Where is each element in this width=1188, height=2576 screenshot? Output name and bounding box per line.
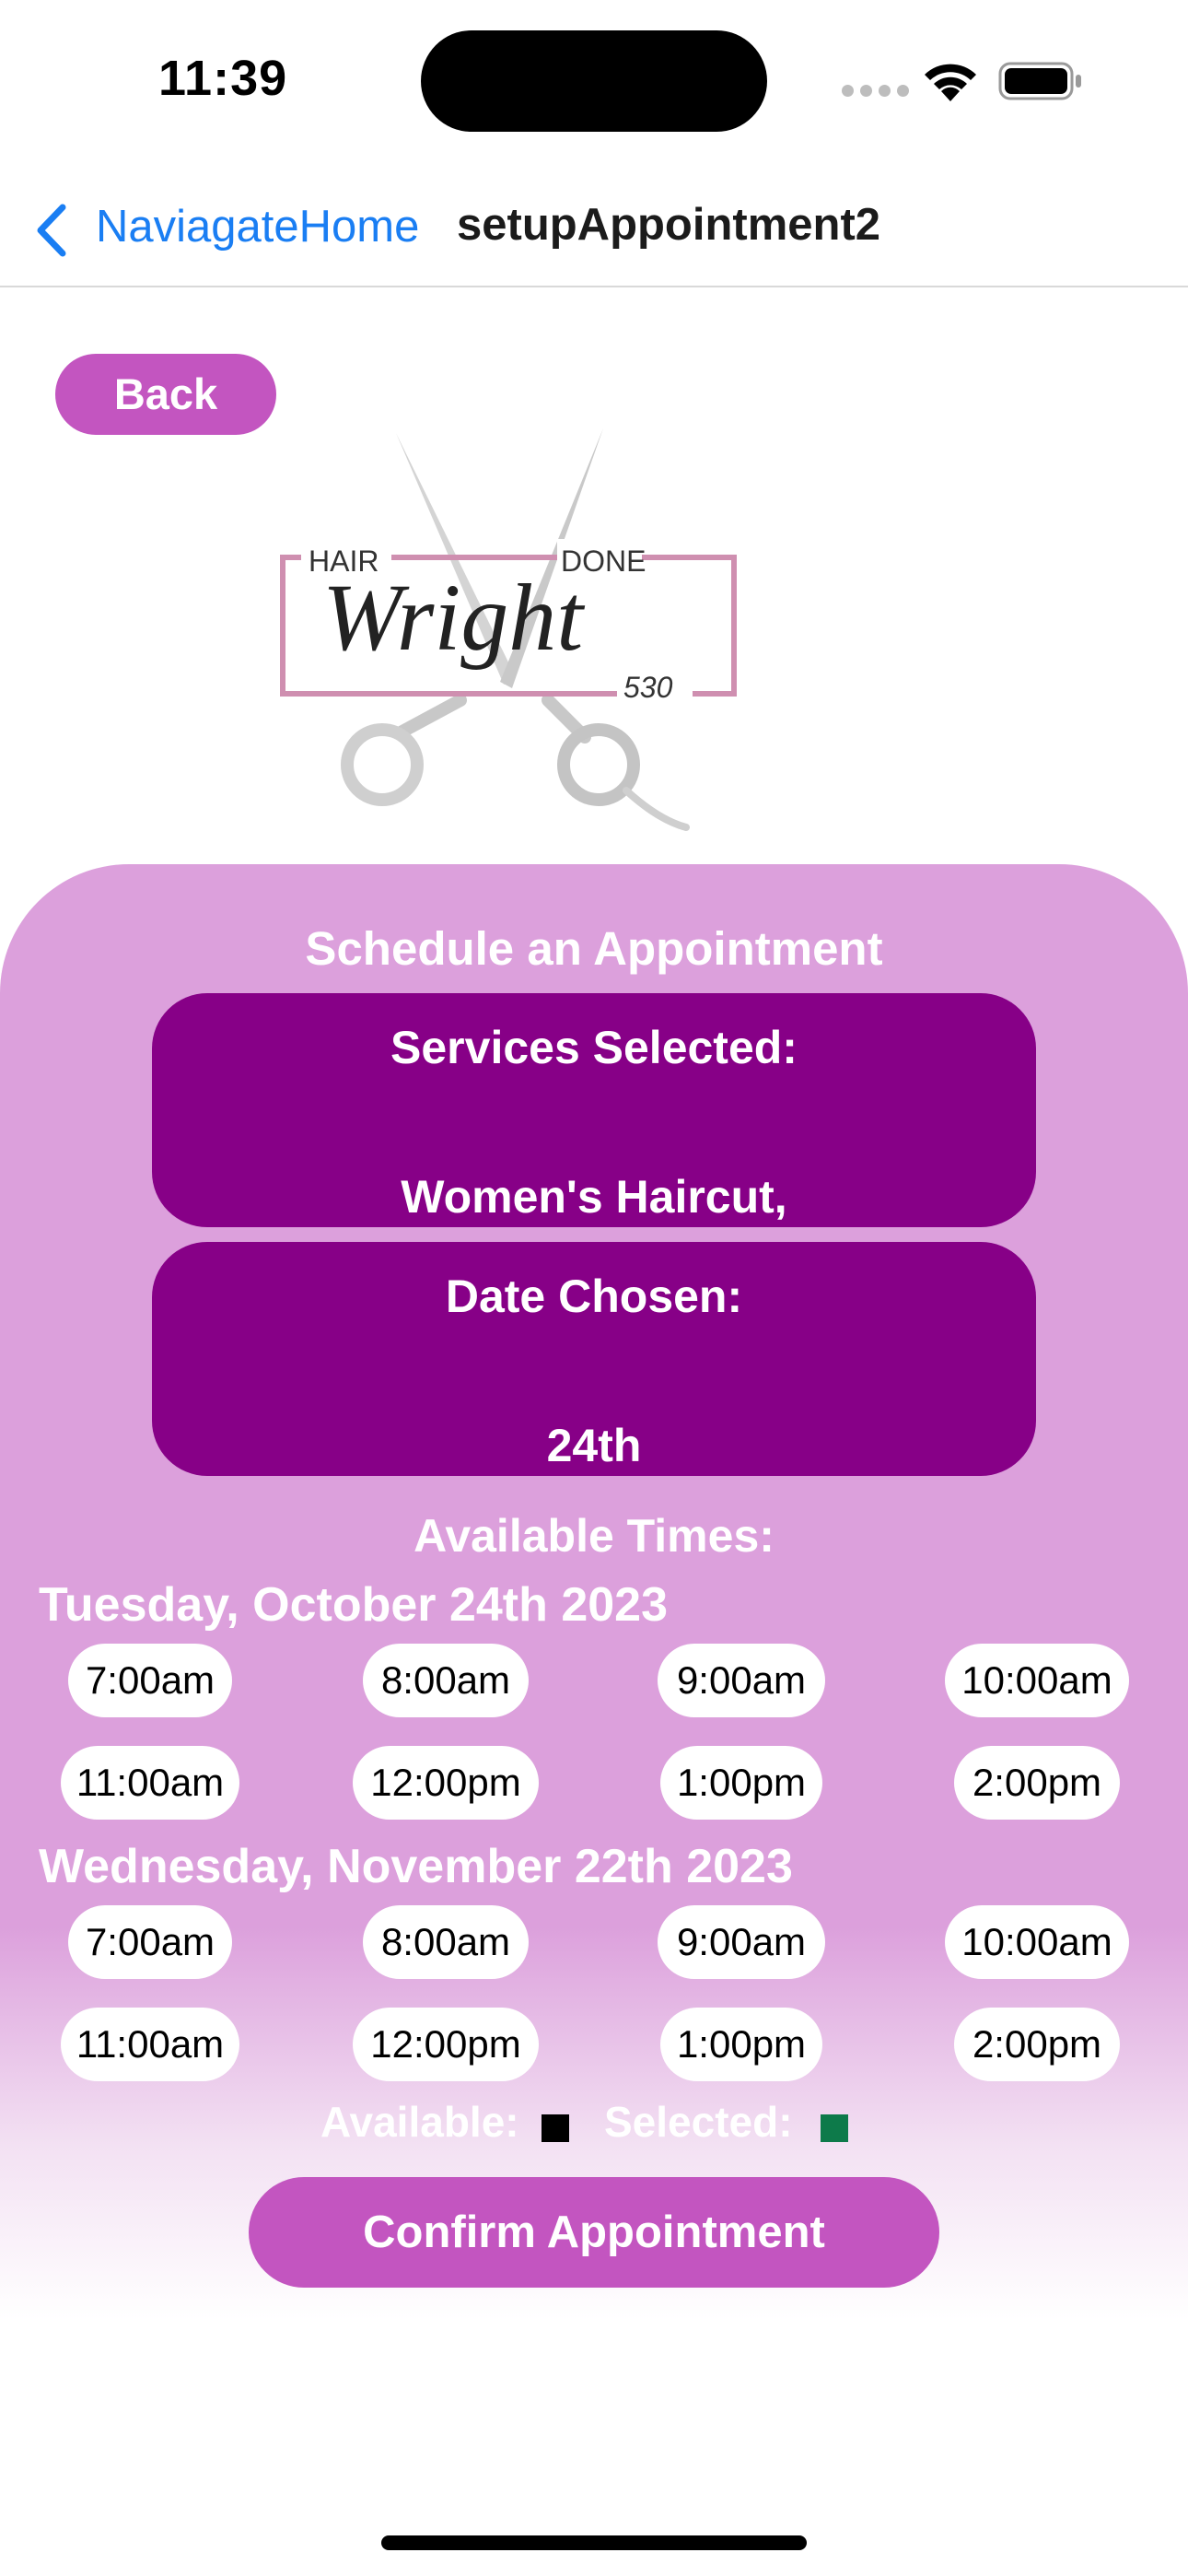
time-slot[interactable]: 2:00pm [954, 1746, 1120, 1820]
time-slot[interactable]: 8:00am [363, 1905, 529, 1979]
time-slot[interactable]: 12:00pm [353, 2008, 539, 2081]
legend-selected-label: Selected: [604, 2098, 793, 2146]
wifi-icon [925, 64, 976, 101]
day-heading: Tuesday, October 24th 2023 [39, 1578, 669, 1632]
back-button[interactable]: Back [55, 354, 276, 435]
panel-title: Schedule an Appointment [305, 922, 883, 975]
time-slot[interactable]: 9:00am [658, 1644, 825, 1717]
cellular-signal-icon [842, 85, 915, 101]
time-slot[interactable]: 7:00am [68, 1644, 232, 1717]
time-slot[interactable]: 1:00pm [660, 1746, 822, 1820]
nav-back-link[interactable]: NaviagateHome [96, 201, 419, 252]
time-slot[interactable]: 10:00am [945, 1644, 1129, 1717]
nav-title: setupAppointment2 [457, 200, 881, 250]
date-value: 24th [546, 1420, 642, 1471]
logo-number: 530 [623, 671, 673, 704]
time-slot[interactable]: 8:00am [363, 1644, 529, 1717]
legend-available-label: Available: [320, 2098, 519, 2146]
time-slot[interactable]: 7:00am [68, 1905, 232, 1979]
available-times-title: Available Times: [413, 1510, 775, 1562]
time-slot[interactable]: 10:00am [945, 1905, 1129, 1979]
hair-done-wright-logo: HAIR DONE Wright 530 [280, 428, 737, 831]
legend-selected-swatch [821, 2114, 848, 2142]
date-chosen-box: Date Chosen: 24th [152, 1242, 1036, 1476]
chevron-left-icon[interactable] [33, 203, 68, 258]
day-heading: Wednesday, November 22th 2023 [39, 1840, 793, 1893]
dynamic-island [421, 30, 767, 132]
time-slot[interactable]: 11:00am [61, 2008, 239, 2081]
logo-name: Wright [322, 565, 585, 671]
time-slot[interactable]: 11:00am [61, 1746, 239, 1820]
battery-icon [998, 62, 1081, 100]
legend-available-swatch [542, 2114, 569, 2142]
services-value: Women's Haircut, [401, 1171, 787, 1223]
time-slot[interactable]: 12:00pm [353, 1746, 539, 1820]
services-label: Services Selected: [390, 1022, 798, 1073]
status-time: 11:39 [158, 51, 288, 106]
status-bar: 11:39 [0, 0, 1188, 157]
time-slot[interactable]: 2:00pm [954, 2008, 1120, 2081]
date-label: Date Chosen: [445, 1270, 743, 1322]
home-indicator[interactable] [381, 2535, 807, 2550]
navigation-bar: NaviagateHome setupAppointment2 [0, 157, 1188, 287]
services-selected-box: Services Selected: Women's Haircut, [152, 993, 1036, 1227]
time-slot[interactable]: 1:00pm [660, 2008, 822, 2081]
confirm-appointment-button[interactable]: Confirm Appointment [249, 2177, 939, 2288]
time-slot[interactable]: 9:00am [658, 1905, 825, 1979]
